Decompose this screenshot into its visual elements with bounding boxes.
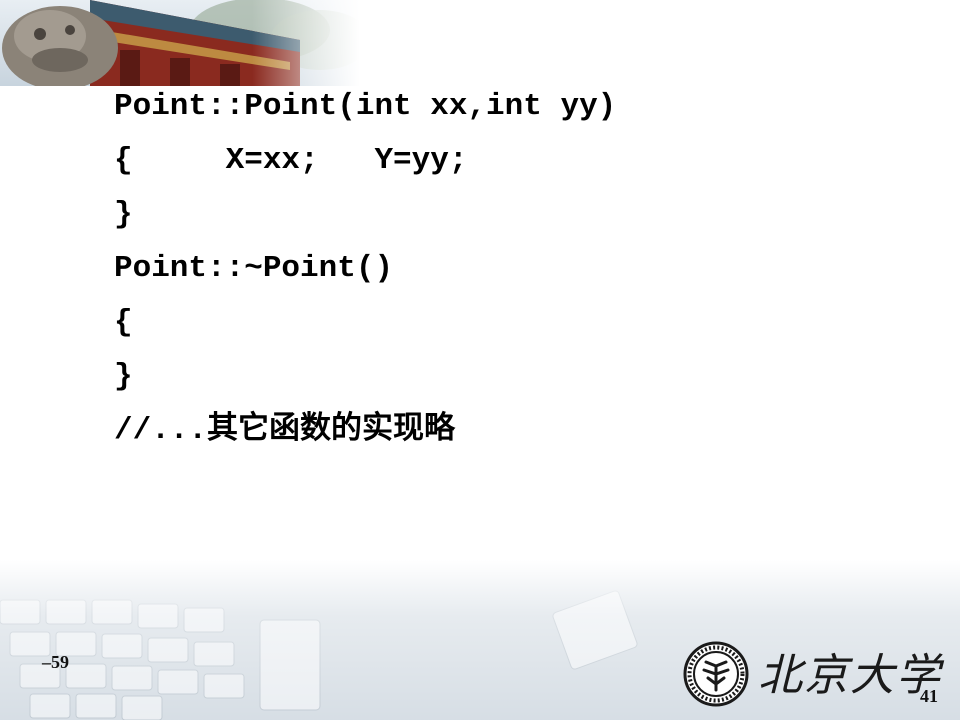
code-line-3: } — [114, 197, 133, 232]
university-logo-text: 北京大学 — [758, 650, 942, 701]
university-seal-icon — [683, 641, 749, 707]
header-banner-image — [0, 0, 360, 86]
code-line-6: } — [114, 359, 133, 394]
slide-left-number: –59 — [42, 652, 69, 672]
code-line-7: //...其它函数的实现略 — [114, 413, 456, 448]
code-line-4: Point::~Point() — [114, 251, 394, 286]
code-block: Point::Point(int xx,int yy) { X=xx; Y=yy… — [114, 80, 616, 458]
code-line-2: { X=xx; Y=yy; — [114, 143, 468, 178]
page-number: 41 — [920, 686, 938, 706]
code-line-5: { — [114, 305, 133, 340]
code-line-1: Point::Point(int xx,int yy) — [114, 89, 617, 124]
university-logo: 北京大学 — [682, 640, 940, 712]
